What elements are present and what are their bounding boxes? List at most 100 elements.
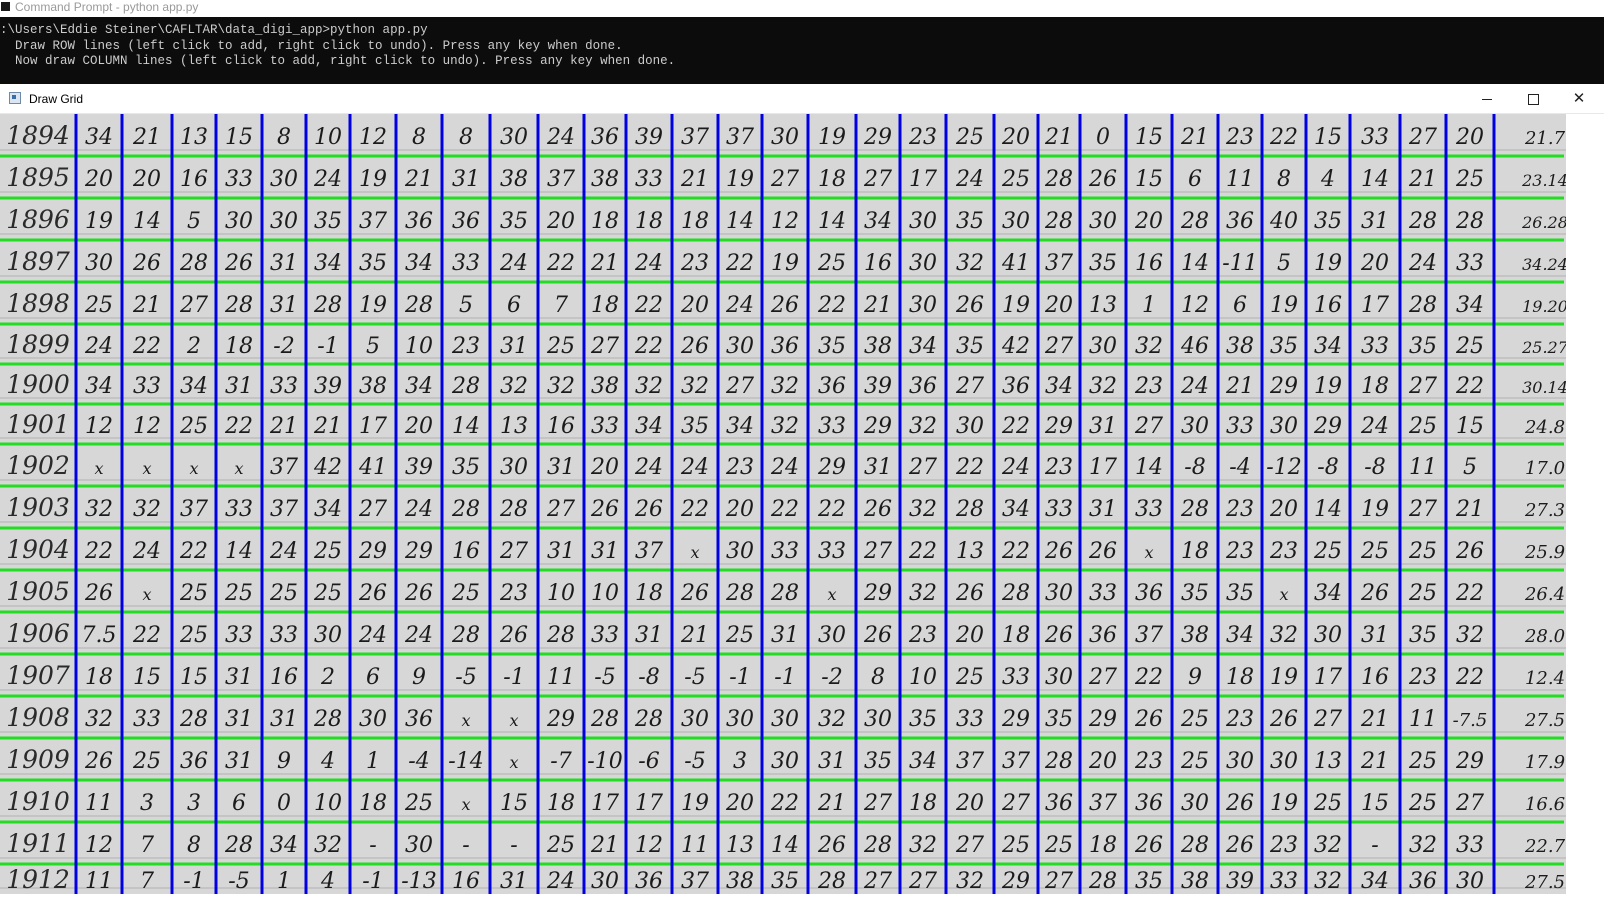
grid-canvas[interactable]: 1894 34 21 13 15 8 10 12 8 8 30 24 36 39 37 37 30 19 29 23 2… <box>0 114 1604 918</box>
ledger-cell: 27 <box>1408 125 1437 150</box>
ledger-cell: 23 <box>1225 125 1254 150</box>
ledger-cell: 25 <box>1313 539 1342 564</box>
ledger-cell: 27.3 <box>1524 500 1565 521</box>
ledger-cell: 32 <box>956 251 984 276</box>
ledger-cell: 46 <box>1180 334 1209 359</box>
ledger-cell: 10 <box>314 125 342 150</box>
ledger-cell: 20 <box>84 167 113 192</box>
ledger-cell: 26 <box>404 581 433 606</box>
ledger-cell: 23 <box>725 455 754 480</box>
ledger-cell: 30 <box>1226 749 1254 774</box>
ledger-cell: 26 <box>1225 833 1254 858</box>
draw-grid-titlebar[interactable]: Draw Grid ✕ <box>0 84 1604 114</box>
ledger-cell: 22 <box>1455 374 1484 399</box>
ledger-cell: 33 <box>1002 665 1030 690</box>
ledger-cell: 32 <box>909 497 937 522</box>
ledger-cell: 25 <box>1408 581 1437 606</box>
ledger-cell: 15 <box>133 665 161 690</box>
cmd-window-titlebar[interactable]: Command Prompt - python app.py <box>0 0 1604 17</box>
ledger-cell: 27 <box>546 497 575 522</box>
ledger-cell: 23 <box>1225 707 1254 732</box>
ledger-cell: 8 <box>871 665 885 690</box>
ledger-cell: 30 <box>1002 209 1030 234</box>
ledger-cell: 11 <box>85 791 113 816</box>
ledger-cell: 27 <box>770 167 799 192</box>
ledger-cell: 14 <box>1361 167 1389 192</box>
ledger-cell: 13 <box>726 833 754 858</box>
ledger-cell: 24 <box>358 623 387 648</box>
ledger-cell: x <box>142 585 151 604</box>
ledger-cell: 19 <box>681 791 709 816</box>
ledger-cell: 35 <box>818 334 846 359</box>
maximize-button[interactable] <box>1510 84 1556 114</box>
close-button[interactable]: ✕ <box>1556 84 1602 114</box>
ledger-cell: 34 <box>180 374 208 399</box>
year-label: 1897 <box>6 247 70 276</box>
ledger-cell: 18 <box>1361 374 1389 399</box>
ledger-cell: 1 <box>1142 293 1156 318</box>
ledger-cell: 16 <box>452 869 480 894</box>
ledger-cell: 29 <box>1044 414 1073 439</box>
ledger-cell: 34 <box>635 414 663 439</box>
ledger-cell: 21 <box>680 167 709 192</box>
maximize-icon <box>1527 93 1539 105</box>
ledger-cell: 6 <box>507 293 521 318</box>
ledger-cell: 21 <box>1408 167 1437 192</box>
year-label: 1911 <box>6 829 70 858</box>
ledger-cell: 22 <box>1269 125 1298 150</box>
ledger-cell: 28 <box>179 707 208 732</box>
ledger-cell: 37 <box>681 869 709 894</box>
ledger-cell: 39 <box>405 455 433 480</box>
ledger-cell: 2 <box>186 334 201 359</box>
ledger-cell: 36 <box>405 209 433 234</box>
ledger-cell: 24 <box>269 539 298 564</box>
ledger-image[interactable]: 1894 34 21 13 15 8 10 12 8 8 30 24 36 39 37 37 30 19 29 23 2… <box>0 114 1604 918</box>
ledger-cell: 26 <box>1044 623 1073 648</box>
ledger-cell: 34 <box>726 414 754 439</box>
ledger-cell: 25 <box>1455 334 1484 359</box>
ledger-cell: 19 <box>359 293 387 318</box>
ledger-cell: 35 <box>314 209 342 234</box>
ledger-cell: 40 <box>1269 209 1298 234</box>
ledger-cell: 25 <box>1001 833 1030 858</box>
ledger-cell: 30 <box>1045 581 1073 606</box>
ledger-cell: 22 <box>1001 539 1030 564</box>
ledger-cell: 18 <box>591 293 619 318</box>
ledger-cell: 21 <box>863 293 892 318</box>
ledger-cell: 35 <box>909 707 937 732</box>
ledger-cell: 36 <box>1089 623 1117 648</box>
year-label: 1903 <box>6 493 70 522</box>
ledger-cell: 15 <box>1456 414 1484 439</box>
ledger-cell: 33 <box>270 374 298 399</box>
ledger-cell: 27 <box>358 497 387 522</box>
ledger-cell: 25 <box>1408 414 1437 439</box>
console-output[interactable]: :\Users\Eddie Steiner\CAFLTAR\data_digi_… <box>0 17 1604 84</box>
ledger-cell: 31 <box>771 623 799 648</box>
ledger-cell: 21.7 <box>1524 128 1566 149</box>
year-label: 1901 <box>6 410 70 439</box>
ledger-cell: 31 <box>225 665 253 690</box>
ledger-cell: 35 <box>1089 251 1117 276</box>
ledger-cell: 14 <box>1314 497 1342 522</box>
ledger-cell: 30 <box>909 209 937 234</box>
ledger-cell: 33 <box>1361 125 1389 150</box>
ledger-cell: -1 <box>362 869 383 894</box>
ledger-cell: 20 <box>1044 293 1073 318</box>
ledger-cell: 37 <box>270 455 298 480</box>
ledger-cell: 26 <box>680 334 709 359</box>
ledger-cell: 35 <box>1409 623 1437 648</box>
minimize-button[interactable] <box>1464 84 1510 114</box>
ledger-cell: 31 <box>270 707 298 732</box>
ledger-cell: 21 <box>590 833 619 858</box>
ledger-cell: 42 <box>1001 334 1030 359</box>
ledger-cell: 18 <box>635 209 663 234</box>
ledger-cell: 39 <box>635 125 663 150</box>
ledger-cell: 33 <box>818 414 846 439</box>
ledger-cell: 21 <box>590 251 619 276</box>
ledger-cell: 28 <box>955 497 984 522</box>
ledger-cell: 30 <box>1181 414 1209 439</box>
ledger-cell: 22 <box>817 293 846 318</box>
ledger-cell: 28 <box>451 623 480 648</box>
ledger-cell: 30 <box>771 125 799 150</box>
ledger-cell: 8 <box>187 833 201 858</box>
